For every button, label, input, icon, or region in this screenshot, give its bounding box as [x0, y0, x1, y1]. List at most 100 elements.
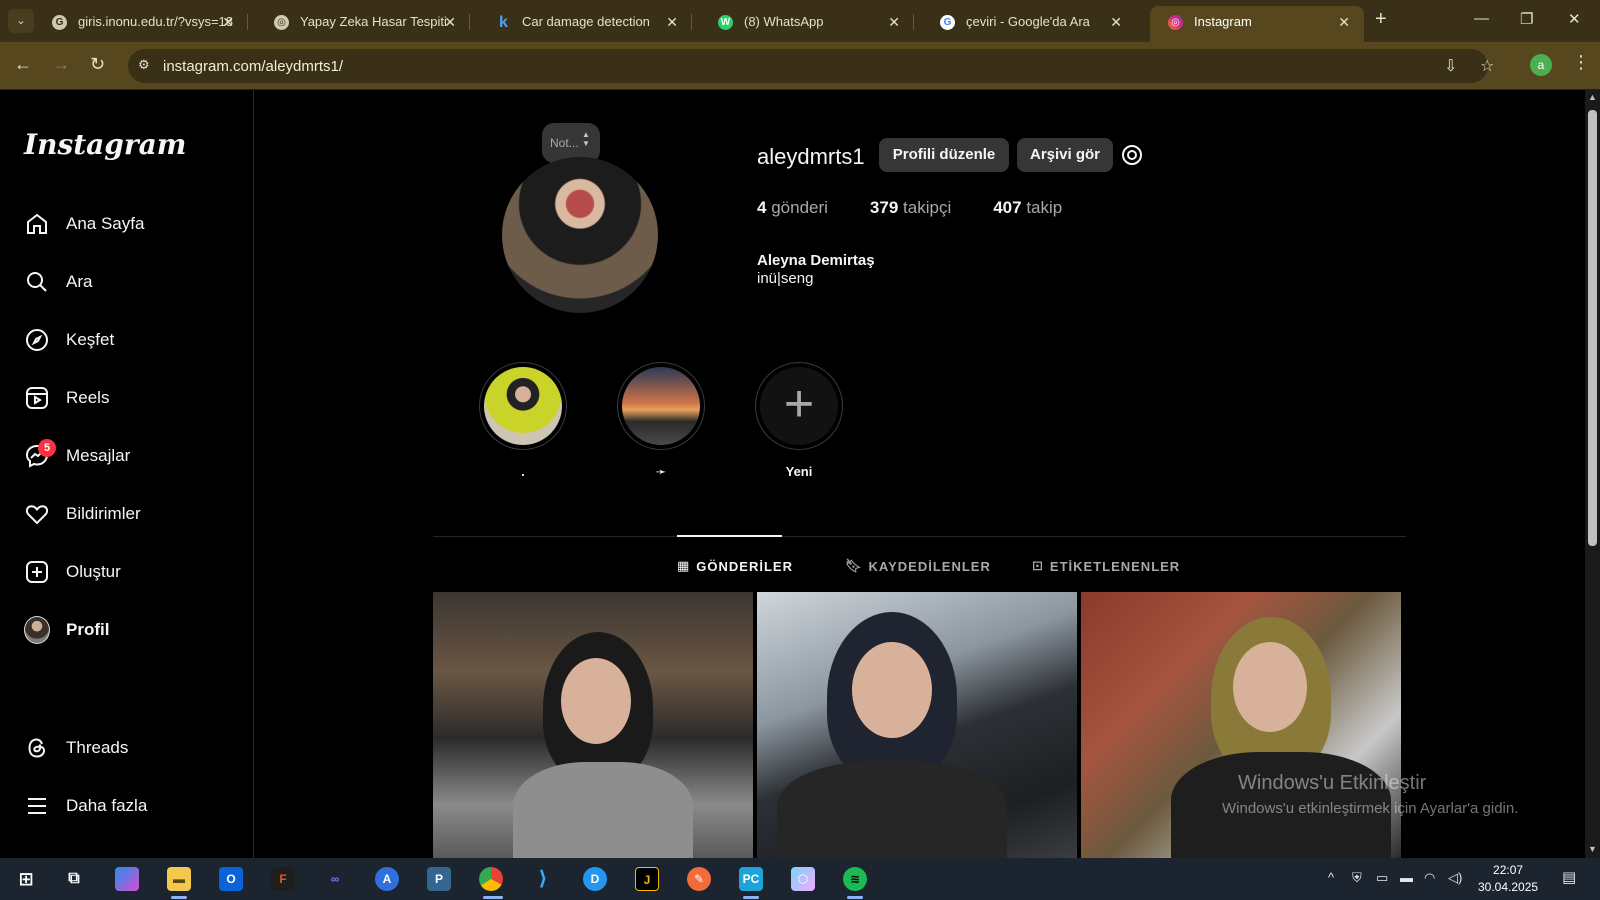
page-scrollbar[interactable]: ▲ ▼	[1585, 90, 1600, 858]
scroll-up-icon[interactable]: ▲	[1588, 92, 1597, 102]
threads-icon	[24, 735, 50, 761]
tab-search-button[interactable]: ⌄	[8, 9, 34, 33]
tab-title: Car damage detection	[522, 14, 650, 29]
back-button[interactable]: ←	[14, 54, 32, 75]
new-tab-button[interactable]: +	[1375, 8, 1387, 31]
windows-taskbar: ⊞ ⧉ ▬ O F ∞ A P ⟩ D J ✎ PC ⬡ ≋ ^ ⛨ ▭ ▬ ◠…	[0, 858, 1600, 900]
story-highlight[interactable]: .	[478, 362, 568, 479]
tag-icon: ⊡	[1032, 558, 1044, 573]
infinity-app-icon[interactable]: ∞	[323, 867, 347, 891]
nav-more[interactable]: Daha fazla	[24, 784, 244, 828]
tab-car-damage[interactable]: k Car damage detection ✕	[478, 6, 692, 38]
profile-stats: 4 gönderi 379 takipçi 407 takip	[757, 198, 1062, 218]
site-info-icon[interactable]: ⚙	[138, 57, 150, 73]
scroll-down-icon[interactable]: ▼	[1588, 844, 1597, 854]
taskbar-clock[interactable]: 22:07 30.04.2025	[1478, 862, 1538, 896]
url-text[interactable]: instagram.com/aleydmrts1/	[163, 58, 343, 75]
post-thumbnail[interactable]	[433, 592, 753, 858]
reload-button[interactable]: ↻	[90, 54, 105, 75]
chrome-icon[interactable]	[479, 867, 503, 891]
profile-bio: inü|seng	[757, 270, 814, 287]
battery-icon[interactable]: ▬	[1400, 870, 1413, 885]
restore-button[interactable]: ❐	[1520, 10, 1533, 28]
notification-icon[interactable]: ▤	[1562, 868, 1576, 886]
app-store-icon[interactable]: A	[375, 867, 399, 891]
nav-label: Profil	[66, 620, 110, 639]
close-icon[interactable]: ✕	[222, 6, 234, 38]
minimize-button[interactable]: —	[1474, 10, 1489, 27]
avatar	[24, 616, 50, 644]
tab-title: Instagram	[1194, 14, 1252, 29]
nav-home[interactable]: Ana Sayfa	[24, 202, 244, 246]
new-highlight-button[interactable]: + Yeni	[754, 362, 844, 479]
tab-whatsapp[interactable]: W (8) WhatsApp ✕	[700, 6, 914, 38]
nav-threads[interactable]: Threads	[24, 726, 244, 770]
close-icon[interactable]: ✕	[1110, 6, 1122, 38]
profile-full-name: Aleyna Demirtaş	[757, 252, 875, 269]
windows-activation-title: Windows'u Etkinleştir	[1238, 772, 1427, 794]
postman-icon[interactable]: ✎	[687, 867, 711, 891]
nav-label: Bildirimler	[66, 504, 141, 523]
followers-stat[interactable]: 379 takipçi	[870, 198, 951, 218]
browser-menu-icon[interactable]: ⋮	[1572, 52, 1590, 73]
nav-label: Keşfet	[66, 330, 115, 349]
unread-badge: 5	[38, 439, 56, 457]
nav-explore[interactable]: Keşfet	[24, 318, 244, 362]
copilot-icon[interactable]	[115, 867, 139, 891]
nav-search[interactable]: Ara	[24, 260, 244, 304]
close-icon[interactable]: ✕	[666, 6, 678, 38]
forward-button[interactable]: →	[52, 54, 70, 75]
display-icon[interactable]: ▭	[1376, 870, 1388, 886]
nav-create[interactable]: Oluştur	[24, 550, 244, 594]
plus-icon: +	[760, 367, 838, 445]
jetbrains-icon[interactable]: J	[635, 867, 659, 891]
openai-icon: ◎	[274, 15, 289, 30]
story-highlight[interactable]: ➛	[616, 362, 706, 480]
tab-saved[interactable]: 🔖︎ KAYDEDİLENLER	[845, 558, 991, 574]
post-thumbnail[interactable]	[1081, 592, 1401, 858]
tab-google[interactable]: G çeviri - Google'da Ara ✕	[922, 6, 1136, 38]
profile-picture[interactable]	[502, 157, 658, 313]
browser-profile-avatar[interactable]: a	[1530, 54, 1552, 76]
close-icon[interactable]: ✕	[444, 6, 456, 38]
close-window-button[interactable]: ✕	[1568, 10, 1581, 28]
tab-yapay-zeka[interactable]: ◎ Yapay Zeka Hasar Tespiti ✕	[256, 6, 470, 38]
spotify-icon[interactable]: ≋	[843, 867, 867, 891]
nav-reels[interactable]: Reels	[24, 376, 244, 420]
pycharm-icon[interactable]: PC	[739, 867, 763, 891]
tab-posts[interactable]: ▦ GÖNDERİLER	[677, 558, 793, 574]
file-explorer-icon[interactable]: ▬	[167, 867, 191, 891]
settings-gear-icon[interactable]	[1120, 143, 1144, 167]
nav-notifications[interactable]: Bildirimler	[24, 492, 244, 536]
edit-profile-button[interactable]: Profili düzenle	[879, 138, 1009, 172]
tray-chevron-icon[interactable]: ^	[1328, 870, 1334, 885]
tab-inonu[interactable]: G giris.inonu.edu.tr/?vsys=18 ✕	[34, 6, 248, 38]
scrollbar-thumb[interactable]	[1588, 110, 1597, 546]
close-icon[interactable]: ✕	[888, 6, 900, 38]
postgres-icon[interactable]: P	[427, 867, 451, 891]
vscode-icon[interactable]: ⟩	[531, 867, 555, 891]
post-thumbnail[interactable]	[757, 592, 1077, 858]
volume-icon[interactable]: ◁)	[1448, 870, 1462, 886]
nav-profile[interactable]: Profil	[24, 608, 244, 652]
bookmark-star-icon[interactable]: ☆	[1480, 56, 1494, 76]
instagram-logo[interactable]: Instagram	[24, 128, 186, 161]
defender-icon[interactable]: ⛨	[1352, 870, 1362, 886]
figma-icon[interactable]: F	[271, 867, 295, 891]
omnibox[interactable]: ⚙ instagram.com/aleydmrts1/	[128, 49, 1488, 83]
tab-instagram[interactable]: ◎ Instagram ✕	[1150, 6, 1364, 42]
close-icon[interactable]: ✕	[1338, 6, 1350, 38]
wifi-icon[interactable]: ◠	[1424, 870, 1435, 886]
windows-start-icon[interactable]: ⊞	[14, 867, 38, 891]
docker-icon[interactable]: D	[583, 867, 607, 891]
cube-app-icon[interactable]: ⬡	[791, 867, 815, 891]
tab-tagged[interactable]: ⊡ ETİKETLENENLER	[1032, 558, 1180, 574]
view-archive-button[interactable]: Arşivi gör	[1017, 138, 1113, 172]
following-stat[interactable]: 407 takip	[993, 198, 1062, 218]
nav-messages[interactable]: 5 Mesajlar	[24, 434, 244, 478]
heart-icon	[24, 501, 50, 527]
install-app-icon[interactable]: ⇩	[1444, 56, 1457, 76]
task-view-icon[interactable]: ⧉	[62, 867, 86, 891]
outlook-icon[interactable]: O	[219, 867, 243, 891]
profile-username: aleydmrts1	[757, 144, 865, 169]
